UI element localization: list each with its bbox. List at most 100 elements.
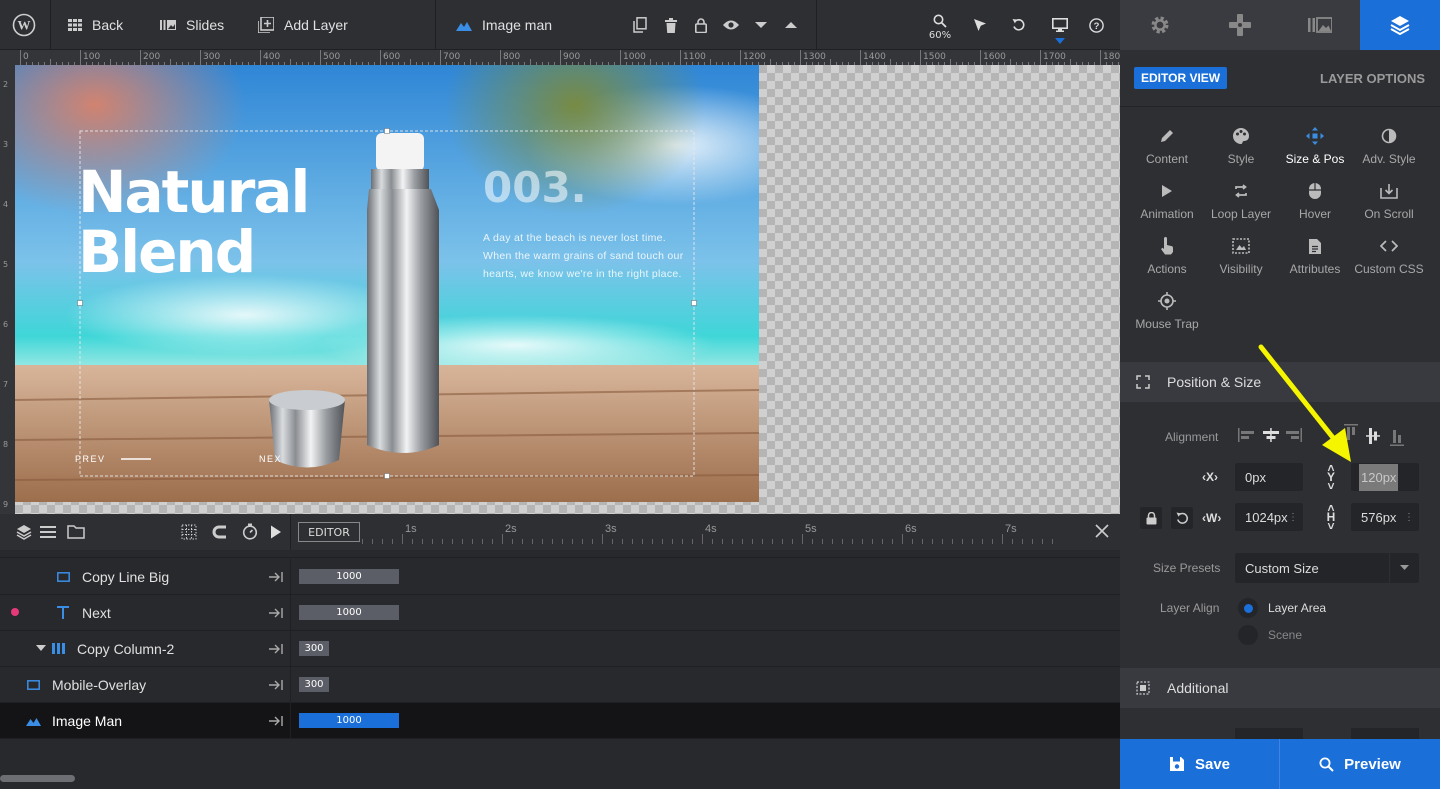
option-size-pos-active[interactable]: Size & Pos (1278, 124, 1352, 166)
layer-up-button[interactable] (781, 15, 801, 35)
layers-view-button[interactable] (16, 524, 32, 540)
layer-area-radio[interactable] (1238, 598, 1258, 618)
grid-icon (68, 19, 82, 31)
option-hover[interactable]: Hover (1278, 179, 1352, 221)
slide-preview[interactable]: Natural Blend 003. A day at the beach is… (15, 65, 759, 502)
select-tool-button[interactable] (970, 15, 990, 35)
option-mouse-trap[interactable]: Mouse Trap (1130, 289, 1204, 331)
option-adv-style[interactable]: Adv. Style (1352, 124, 1426, 166)
editor-time-label[interactable]: EDITOR (298, 522, 360, 542)
align-bottom-button[interactable] (1390, 430, 1404, 446)
preview-button[interactable]: Preview (1280, 739, 1440, 789)
timeline-row-copy-column-2[interactable]: Copy Column-2 300 (0, 631, 1120, 667)
h-label: ˄ H ˅ (1326, 501, 1336, 533)
option-actions[interactable]: Actions (1130, 234, 1204, 276)
option-label: Hover (1298, 207, 1331, 221)
timeline-divider (290, 514, 291, 550)
close-timeline-button[interactable] (1094, 523, 1110, 539)
current-layer-selector[interactable]: Image man (456, 0, 552, 50)
timeline-bar[interactable]: 300 (299, 641, 329, 656)
add-layer-button[interactable]: Add Layer (258, 0, 348, 50)
ruler-label: 1400 (863, 52, 886, 62)
visibility-layer-button[interactable] (721, 15, 741, 35)
timeline-bar[interactable]: 300 (299, 677, 329, 692)
timeline-bar-active[interactable]: 1000 (299, 713, 399, 728)
save-icon (1169, 757, 1184, 771)
height-input[interactable]: 576px ⋮ (1351, 503, 1419, 531)
timeline-tick (482, 539, 483, 544)
back-button[interactable]: Back (68, 0, 123, 50)
option-loop-layer[interactable]: Loop Layer (1204, 179, 1278, 221)
wordpress-logo-button[interactable]: W (12, 0, 46, 50)
zoom-control[interactable]: 60% (925, 14, 955, 41)
layer-options-title: LAYER OPTIONS (1320, 71, 1425, 86)
play-button[interactable] (270, 525, 282, 539)
folder-button[interactable] (67, 525, 85, 539)
timeline-bar[interactable]: 1000 (299, 569, 399, 584)
tab-layer-options[interactable] (1360, 0, 1440, 50)
delete-layer-button[interactable] (661, 15, 681, 35)
layer-jump-icon[interactable] (268, 643, 284, 655)
timeline-tick (422, 539, 423, 544)
save-button[interactable]: Save (1120, 739, 1279, 789)
duplicate-layer-button[interactable] (630, 15, 650, 35)
timeline-tick (562, 539, 563, 544)
option-custom-css[interactable]: Custom CSS (1352, 234, 1426, 276)
expand-caret-icon[interactable] (36, 645, 46, 652)
play-icon (271, 525, 281, 539)
folder-icon (67, 525, 85, 539)
timeline-row-copy-line-big[interactable]: Copy Line Big 1000 (0, 559, 1120, 595)
layer-jump-icon[interactable] (268, 607, 284, 619)
timeline-tick (622, 539, 623, 544)
option-attributes[interactable]: Attributes (1278, 234, 1352, 276)
timeline-ruler[interactable]: 1s 2s 3s 4s 5s 6s 7s (362, 514, 1082, 550)
device-view-button[interactable] (1050, 15, 1070, 35)
size-presets-select[interactable]: Custom Size (1235, 553, 1419, 583)
palette-icon (1233, 128, 1249, 144)
tab-slide-images[interactable] (1280, 0, 1360, 50)
grid-snap-button[interactable] (181, 524, 197, 540)
tab-slide-settings[interactable] (1120, 0, 1200, 50)
help-button[interactable]: ? (1086, 15, 1106, 35)
reset-size-button[interactable] (1171, 507, 1193, 529)
list-view-button[interactable] (40, 525, 56, 539)
expand-icon (1136, 375, 1150, 389)
layer-jump-icon[interactable] (268, 571, 284, 583)
h-letter: H (1326, 510, 1336, 524)
layer-jump-icon[interactable] (268, 715, 284, 727)
lock-ratio-button[interactable] (1140, 507, 1162, 529)
timeline-tick (672, 539, 673, 544)
timeline-bar[interactable]: 1000 (299, 605, 399, 620)
timeline-tick (582, 539, 583, 544)
option-animation[interactable]: Animation (1130, 179, 1204, 221)
tab-navigation[interactable] (1200, 0, 1280, 50)
lock-layer-button[interactable] (691, 15, 711, 35)
timeline-tick (432, 539, 433, 544)
horizontal-scrollbar[interactable] (0, 775, 75, 782)
layer-jump-icon[interactable] (268, 679, 284, 691)
undo-button[interactable] (1009, 15, 1029, 35)
option-content[interactable]: Content (1130, 124, 1204, 166)
timeline-tick (712, 539, 713, 544)
timeline-row-mobile-overlay[interactable]: Mobile-Overlay 300 (0, 667, 1120, 703)
magnet-button[interactable] (212, 524, 228, 540)
ruler-label: 8 (3, 440, 9, 449)
crosshair-icon (1158, 292, 1176, 310)
timeline-toolbar: EDITOR 1s 2s 3s 4s 5s 6s 7s (0, 514, 1120, 550)
editor-view-badge[interactable]: EDITOR VIEW (1134, 67, 1228, 89)
slides-button[interactable]: Slides (160, 0, 224, 50)
option-style[interactable]: Style (1204, 124, 1278, 166)
scene-radio[interactable] (1238, 625, 1258, 645)
option-on-scroll[interactable]: On Scroll (1352, 179, 1426, 221)
timeline-tick (402, 534, 403, 544)
timeline-row-image-man-selected[interactable]: Image Man 1000 (0, 703, 1120, 739)
timeline-tick (412, 539, 413, 544)
layer-down-button[interactable] (751, 15, 771, 35)
timeline-row-next[interactable]: Next 1000 (0, 595, 1120, 631)
timeline-tick-label: 3s (605, 523, 617, 535)
option-visibility[interactable]: Visibility (1204, 234, 1278, 276)
additional-section-header[interactable]: Additional (1120, 668, 1440, 708)
width-input[interactable]: 1024px ⋮ (1235, 503, 1303, 531)
timer-button[interactable] (242, 523, 258, 540)
timeline-tick (442, 539, 443, 544)
